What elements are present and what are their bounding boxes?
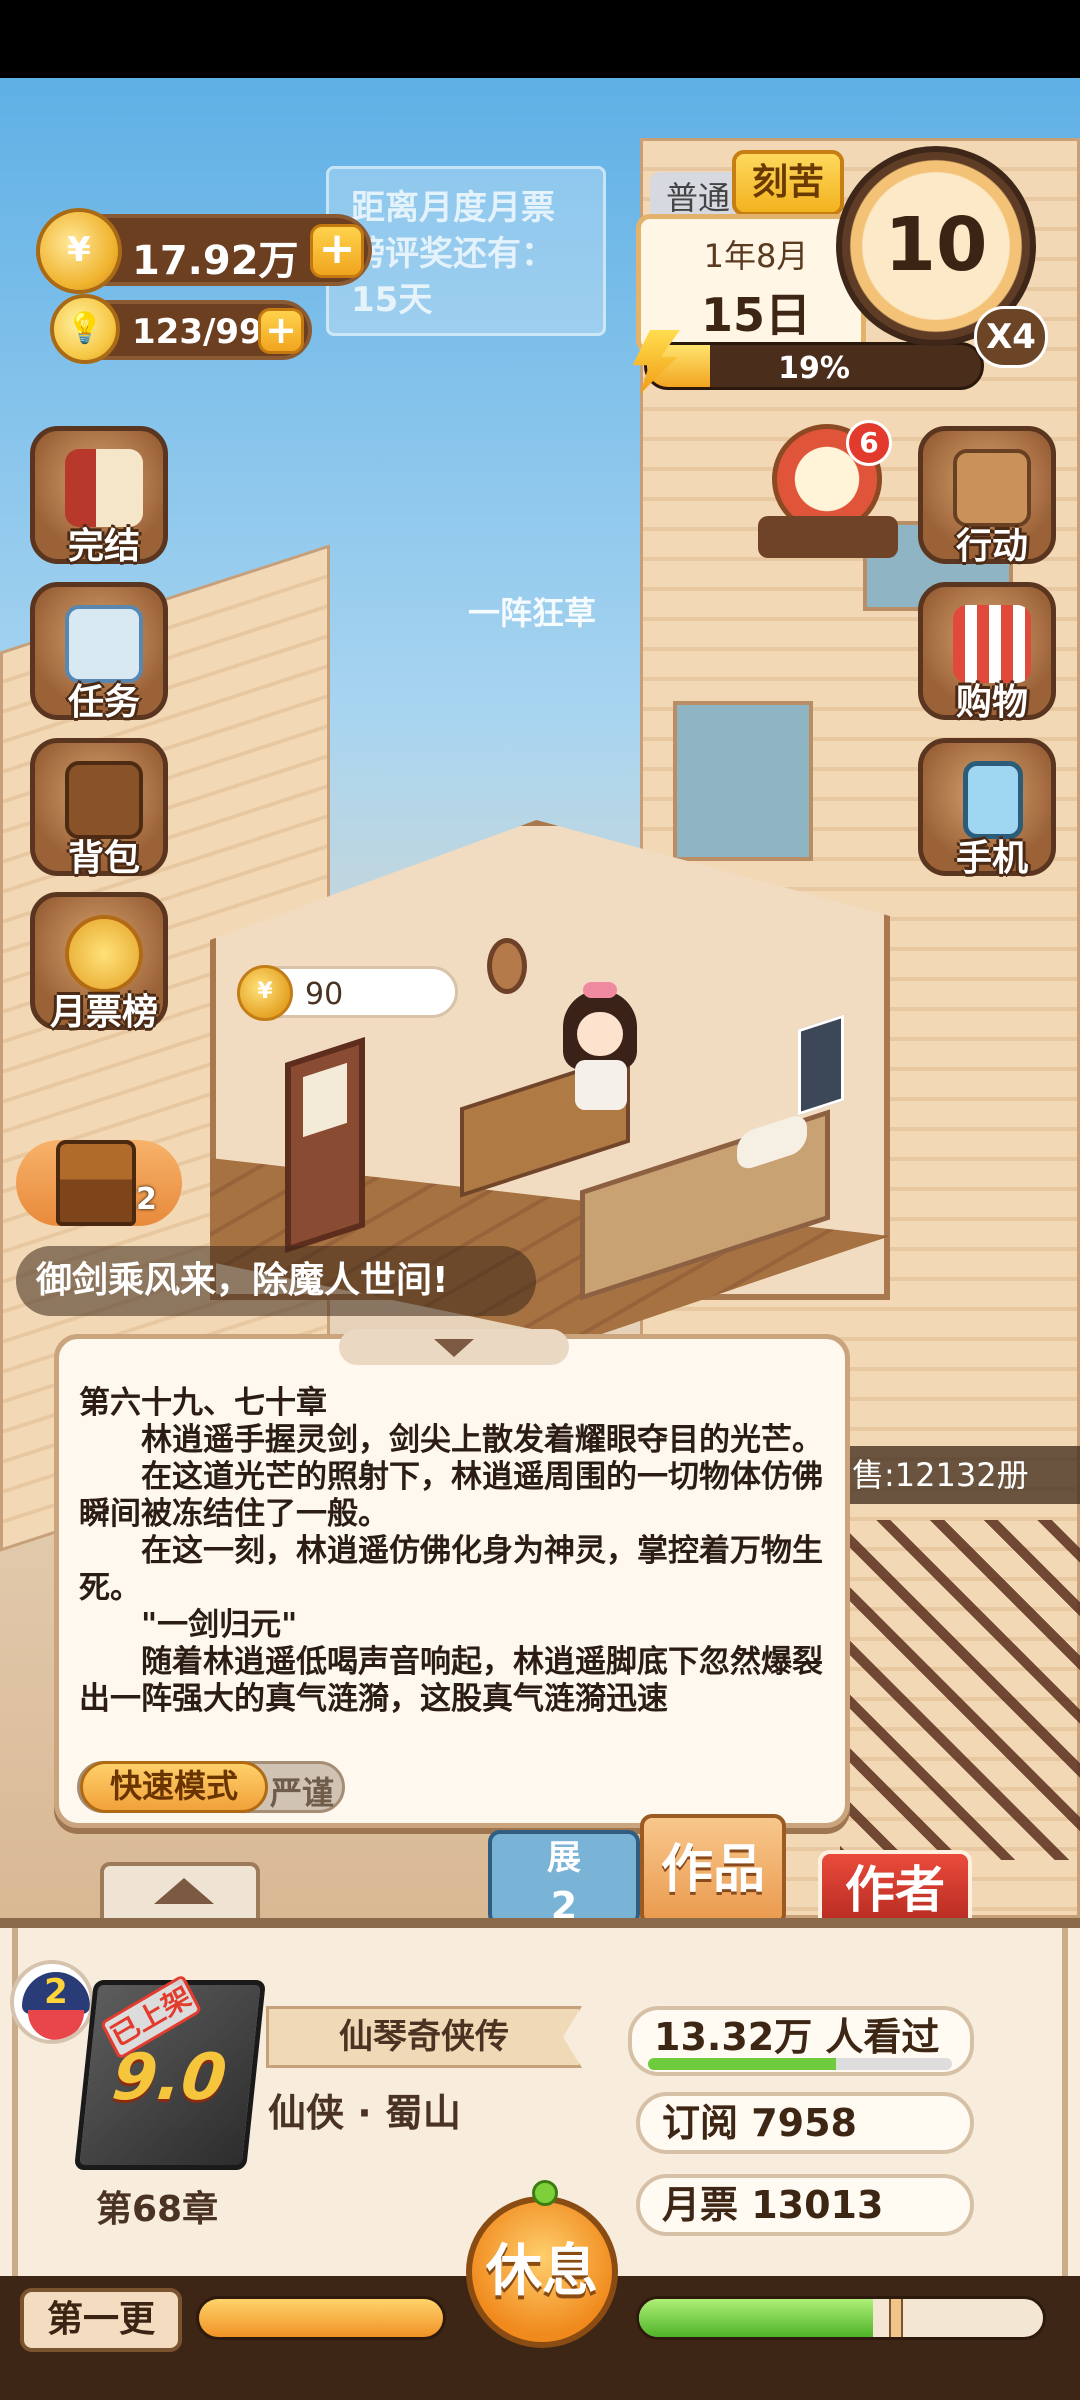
speed-button[interactable]: X4 <box>974 306 1048 368</box>
writing-mode-toggle[interactable]: 快速模式 严谨 <box>77 1761 345 1813</box>
notification-badge: 6 <box>846 420 892 466</box>
energy-percent: 19% <box>778 351 850 386</box>
action-button[interactable]: 行动 <box>918 426 1056 567</box>
room-door[interactable] <box>285 1037 365 1253</box>
develop-tab[interactable]: 展 2 <box>488 1830 640 1928</box>
building-window <box>673 701 813 861</box>
book-cover[interactable]: 已上架 9.0 <box>74 1973 266 2170</box>
chapter-reader-panel: 第六十九、七十章 林逍遥手握灵剑，剑尖上散发着耀眼夺目的光芒。 在这道光芒的照射… <box>54 1329 850 1828</box>
mode-hard-tab[interactable]: 刻苦 <box>732 150 844 216</box>
monthly-ticket-rank-label: 月票榜 <box>49 992 158 1033</box>
stairs <box>840 1520 1080 1860</box>
book-score: 9.0 <box>108 2041 230 2115</box>
strict-mode-option[interactable]: 严谨 <box>270 1768 334 1814</box>
finish-label: 完结 <box>67 526 140 567</box>
chapter-paragraph: 林逍遥手握灵剑，剑尖上散发着耀眼夺目的光芒。 <box>79 1422 823 1458</box>
backpack-label: 背包 <box>67 838 140 879</box>
avatar[interactable]: 2 <box>10 1960 94 2044</box>
update-progress-bar <box>196 2296 446 2340</box>
phone-button[interactable]: 手机 <box>918 738 1056 879</box>
book-genre: 仙侠 · 蜀山 <box>268 2091 461 2135</box>
shop-label: 购物 <box>955 682 1028 723</box>
chapter-title: 第六十九、七十章 <box>79 1385 327 1421</box>
tasks-button[interactable]: 任务 <box>30 582 168 723</box>
door-icon <box>953 449 1031 527</box>
status-bar <box>0 0 1080 78</box>
phone-label: 手机 <box>955 838 1028 879</box>
current-chapter: 第68章 <box>96 2189 219 2230</box>
monthly-ticket-rank-button[interactable]: 月票榜 <box>30 892 168 1033</box>
shop-icon <box>953 605 1031 683</box>
inspiration-pill: 💡 123/999 + <box>50 294 312 364</box>
task-clipboard-icon <box>65 605 143 683</box>
expand-panel-button[interactable] <box>100 1862 260 1924</box>
works-tab[interactable]: 作品 <box>640 1814 786 1926</box>
coin-bubble-value: 90 <box>305 977 344 1012</box>
energy-bar: 19% <box>644 342 984 390</box>
subscriptions-stat: 订阅 7958 <box>636 2092 974 2154</box>
lucky-wheel-base <box>758 516 898 558</box>
coins-value: 17.92万 <box>132 238 299 284</box>
update-button[interactable]: 第一更 <box>20 2288 182 2352</box>
chapter-paragraph: "一剑归元" <box>79 1607 298 1643</box>
avatar-level: 2 <box>22 1972 90 2014</box>
add-coins-button[interactable]: + <box>310 224 364 278</box>
shop-button[interactable]: 购物 <box>918 582 1056 723</box>
round-window <box>487 938 527 994</box>
coin-icon: ¥ <box>36 208 122 294</box>
fast-mode-option[interactable]: 快速模式 <box>80 1761 268 1813</box>
coin-icon: ¥ <box>237 965 293 1021</box>
chapter-paragraph: 随着林逍遥低喝声音响起，林逍遥脚底下忽然爆裂出一阵强大的真气涟漪，这股真气涟漪迅… <box>79 1644 823 1717</box>
lightbulb-icon: 💡 <box>50 294 120 364</box>
phone-icon <box>963 761 1023 839</box>
coin-bubble[interactable]: ¥ 90 <box>237 965 458 1021</box>
chapter-text: 第六十九、七十章 林逍遥手握灵剑，剑尖上散发着耀眼夺目的光芒。 在这道光芒的照射… <box>79 1385 835 1749</box>
writer-character[interactable] <box>555 982 645 1110</box>
treasure-chest-icon <box>56 1140 136 1226</box>
book-icon <box>65 449 143 527</box>
chapter-paragraph: 在这一刻，林逍遥仿佛化身为神灵，掌控着万物生死。 <box>79 1533 823 1606</box>
tasks-label: 任务 <box>67 682 140 723</box>
add-inspiration-button[interactable]: + <box>258 308 304 354</box>
views-progress <box>648 2058 952 2070</box>
treasure-chest-count: 2 <box>136 1182 157 1217</box>
monthly-ticket-coin-icon <box>65 915 143 993</box>
coins-pill: ¥ 17.92万 + <box>36 208 372 294</box>
treasure-chest-button[interactable]: 2 <box>16 1140 182 1226</box>
collapse-reader-handle[interactable] <box>339 1329 569 1365</box>
chapter-paragraph: 在这道光芒的照射下，林逍遥周围的一切物体仿佛瞬间被冻结住了一般。 <box>79 1459 823 1532</box>
backpack-icon <box>65 761 143 839</box>
wall-poster <box>798 1014 844 1116</box>
floating-action-text: 一阵狂草 <box>468 594 597 632</box>
monthly-tickets-stat: 月票 13013 <box>636 2174 974 2236</box>
book-title: 仙琴奇侠传 <box>266 2006 582 2068</box>
backpack-button[interactable]: 背包 <box>30 738 168 879</box>
finish-button[interactable]: 完结 <box>30 426 168 567</box>
clock-counter: 10 <box>884 202 988 288</box>
rest-button[interactable]: 休息 <box>466 2180 618 2348</box>
action-label: 行动 <box>955 526 1028 567</box>
develop-tab-label: 展 <box>547 1838 581 1878</box>
sales-count: 售:12132册 <box>846 1446 1080 1504</box>
news-ticker: 御剑乘风来，除魔人世间! <box>16 1246 536 1316</box>
writing-progress-bar <box>636 2296 1046 2340</box>
